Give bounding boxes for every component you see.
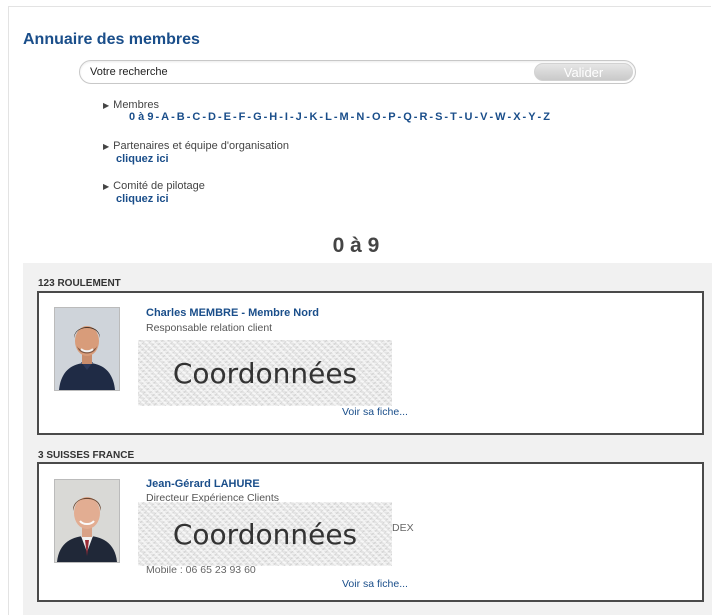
results-panel: 123 ROULEMENT Charles MEMBRE - Membre No…: [23, 263, 712, 615]
alphabet-separator: -: [217, 111, 222, 123]
alphabet-link[interactable]: A: [161, 111, 169, 123]
alphabet-link[interactable]: Z: [543, 111, 550, 123]
alphabet-link[interactable]: O: [372, 111, 381, 123]
valider-button[interactable]: Valider: [534, 63, 633, 81]
triangle-right-icon: ▶: [103, 181, 110, 191]
member-role: Responsable relation client: [146, 322, 273, 334]
coordinates-overlay: Coordonnées: [138, 502, 392, 566]
alphabet-separator: -: [397, 111, 402, 123]
alphabet-index: 0 à 9-A-B-C-D-E-F-G-H-I-J-K-L-M-N-O-P-Q-…: [129, 111, 550, 123]
alphabet-link[interactable]: U: [464, 111, 472, 123]
alphabet-link[interactable]: K: [309, 111, 317, 123]
alphabet-separator: -: [444, 111, 449, 123]
alphabet-link[interactable]: C: [192, 111, 200, 123]
member-name[interactable]: Charles MEMBRE - Membre Nord: [146, 307, 319, 319]
alphabet-link[interactable]: W: [495, 111, 505, 123]
alphabet-link[interactable]: X: [513, 111, 520, 123]
alphabet-link[interactable]: S: [435, 111, 442, 123]
profile-link[interactable]: Voir sa fiche...: [342, 406, 408, 418]
nav-partners: ▶ Partenaires et équipe d'organisation c…: [103, 140, 289, 165]
alphabet-link[interactable]: M: [339, 111, 348, 123]
page-title: Annuaire des membres: [23, 31, 200, 48]
alphabet-link[interactable]: Q: [403, 111, 412, 123]
member-photo: [54, 307, 120, 391]
triangle-right-icon: ▶: [103, 141, 110, 151]
alphabet-separator: -: [155, 111, 160, 123]
alphabet-link[interactable]: B: [177, 111, 185, 123]
alphabet-separator: -: [186, 111, 191, 123]
alphabet-separator: -: [171, 111, 175, 123]
alphabet-link[interactable]: 0 à 9: [129, 111, 153, 123]
partners-link[interactable]: cliquez ici: [116, 153, 289, 165]
alphabet-separator: -: [537, 111, 542, 123]
alphabet-separator: -: [429, 111, 434, 123]
alphabet-separator: -: [263, 111, 268, 123]
alphabet-link[interactable]: D: [208, 111, 216, 123]
alphabet-separator: -: [382, 111, 387, 123]
member-name[interactable]: Jean-Gérard LAHURE: [146, 478, 260, 490]
alphabet-separator: -: [232, 111, 237, 123]
alphabet-link[interactable]: T: [450, 111, 457, 123]
section-heading: 0 à 9: [332, 234, 380, 257]
alphabet-separator: -: [458, 111, 463, 123]
alphabet-link[interactable]: E: [224, 111, 231, 123]
nav-committee: ▶ Comité de pilotage cliquez ici: [103, 180, 205, 205]
member-card: Jean-Gérard LAHURE Directeur Expérience …: [37, 462, 704, 602]
alphabet-separator: -: [350, 111, 355, 123]
alphabet-link[interactable]: Y: [528, 111, 535, 123]
nav-partners-label: Partenaires et équipe d'organisation: [113, 140, 289, 152]
company-name: 123 ROULEMENT: [38, 278, 121, 289]
committee-link[interactable]: cliquez ici: [116, 193, 205, 205]
alphabet-separator: -: [289, 111, 294, 123]
alphabet-link[interactable]: V: [480, 111, 487, 123]
member-photo: [54, 479, 120, 563]
alphabet-separator: -: [333, 111, 338, 123]
alphabet-separator: -: [489, 111, 494, 123]
member-address-partial: DEX: [392, 522, 414, 534]
alphabet-link[interactable]: N: [356, 111, 364, 123]
nav-members-label: Membres: [113, 99, 159, 111]
alphabet-link[interactable]: L: [325, 111, 332, 123]
alphabet-separator: -: [522, 111, 527, 123]
alphabet-separator: -: [303, 111, 308, 123]
alphabet-separator: -: [507, 111, 512, 123]
alphabet-link[interactable]: R: [419, 111, 427, 123]
company-name: 3 SUISSES FRANCE: [38, 450, 135, 461]
search-input[interactable]: [90, 64, 510, 80]
alphabet-separator: -: [366, 111, 370, 123]
alphabet-separator: -: [247, 111, 252, 123]
alphabet-link[interactable]: F: [239, 111, 246, 123]
alphabet-separator: -: [202, 111, 207, 123]
nav-committee-label: Comité de pilotage: [113, 180, 205, 192]
alphabet-link[interactable]: H: [269, 111, 277, 123]
alphabet-separator: -: [319, 111, 324, 123]
alphabet-link[interactable]: G: [253, 111, 262, 123]
avatar-image: [55, 480, 119, 562]
alphabet-link[interactable]: P: [388, 111, 395, 123]
member-card: Charles MEMBRE - Membre Nord Responsable…: [37, 291, 704, 435]
nav-members: ▶ Membres 0 à 9-A-B-C-D-E-F-G-H-I-J-K-L-…: [103, 99, 550, 123]
alphabet-separator: -: [279, 111, 283, 123]
avatar-image: [55, 308, 119, 390]
alphabet-separator: -: [474, 111, 479, 123]
coordinates-overlay: Coordonnées: [138, 340, 392, 406]
triangle-right-icon: ▶: [103, 100, 110, 110]
profile-link[interactable]: Voir sa fiche...: [342, 578, 408, 590]
search-bar: Valider: [79, 60, 636, 84]
alphabet-separator: -: [413, 111, 418, 123]
